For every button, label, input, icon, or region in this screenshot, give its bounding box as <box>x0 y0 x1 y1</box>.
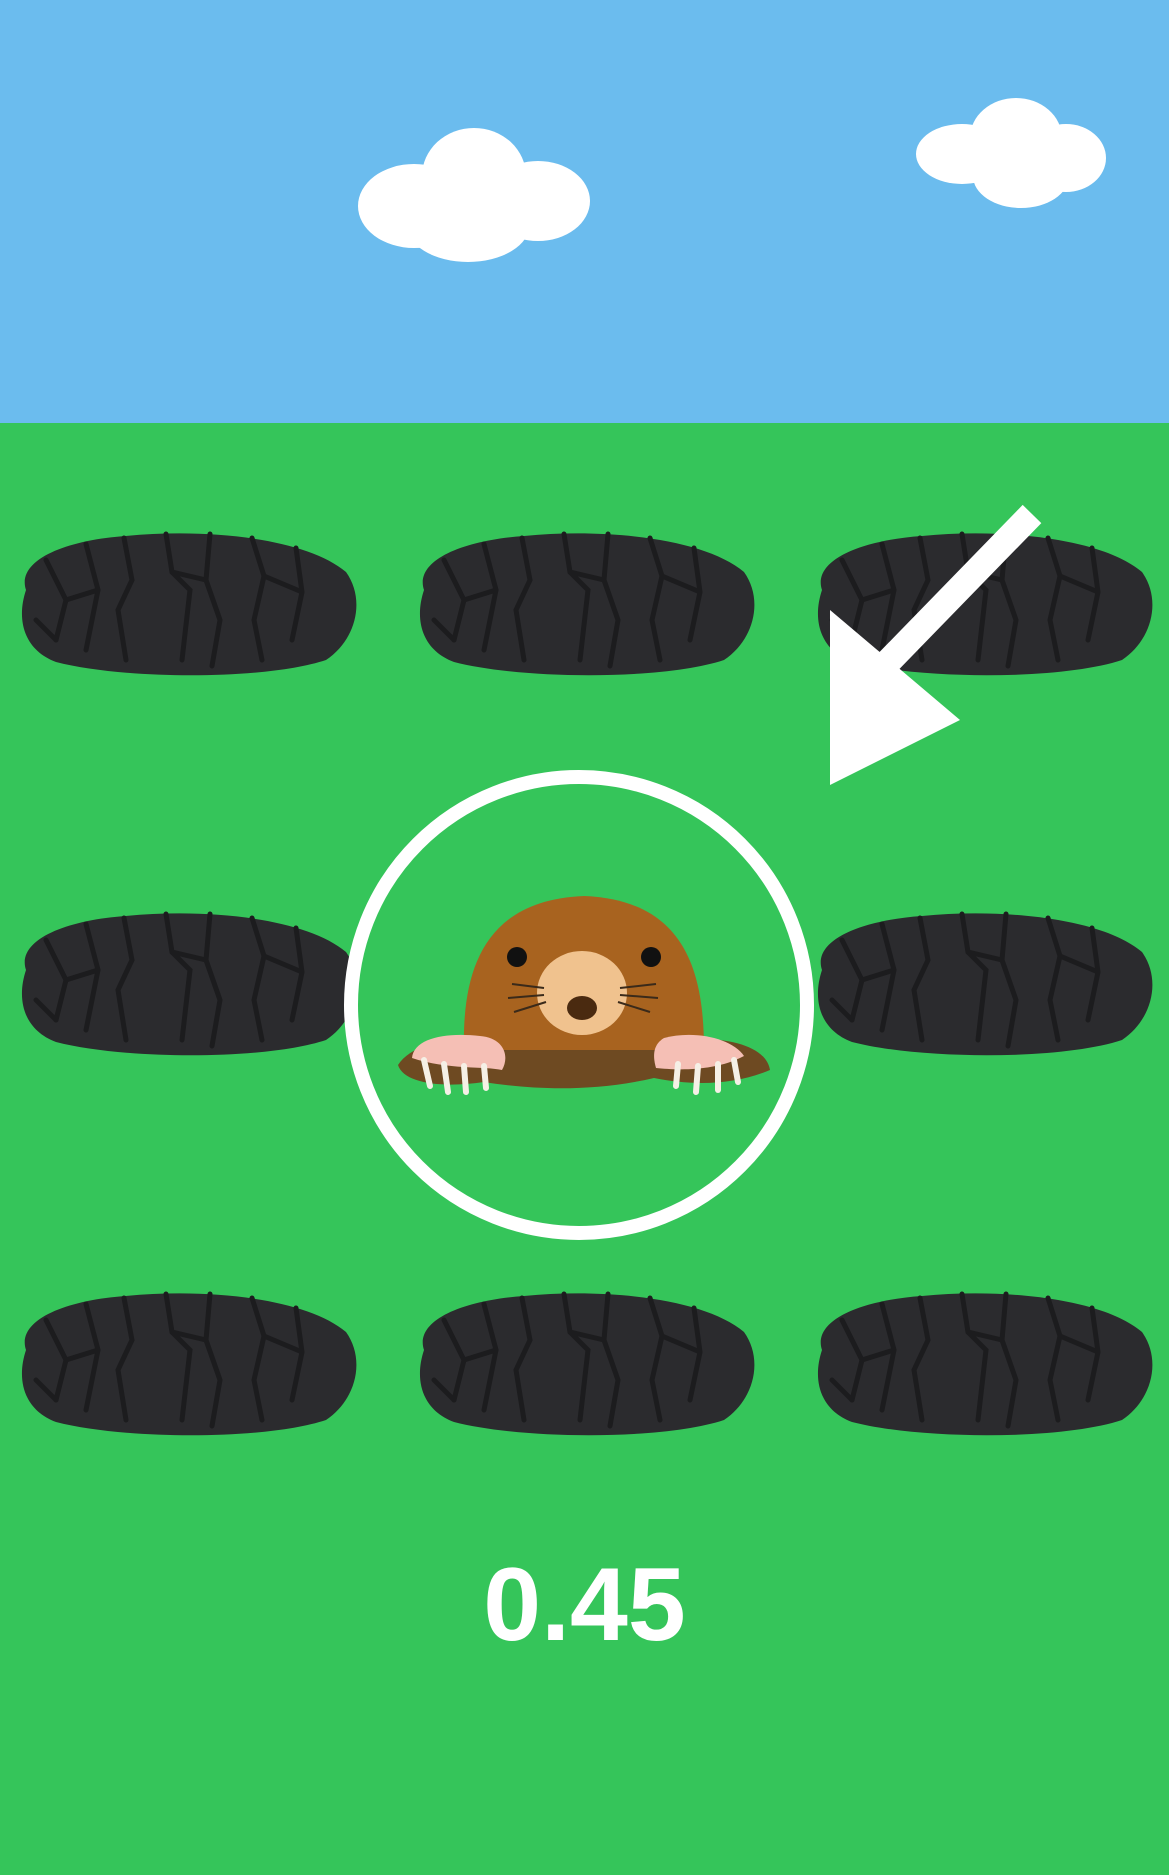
cloud-icon <box>358 116 590 266</box>
mole-hole-icon[interactable] <box>404 520 760 680</box>
mole-hole-icon[interactable] <box>802 1280 1158 1440</box>
mole-icon[interactable] <box>394 860 774 1100</box>
pointer-arrow-icon <box>770 500 1050 800</box>
mole-hole-icon[interactable] <box>802 900 1158 1060</box>
mole-hole-icon[interactable] <box>404 1280 760 1440</box>
mole-hole-icon[interactable] <box>6 520 362 680</box>
timer-display: 0.45 <box>483 1547 686 1663</box>
mole-hole-icon[interactable] <box>6 900 362 1060</box>
cloud-icon <box>916 90 1106 212</box>
mole-hole-icon[interactable] <box>6 1280 362 1440</box>
